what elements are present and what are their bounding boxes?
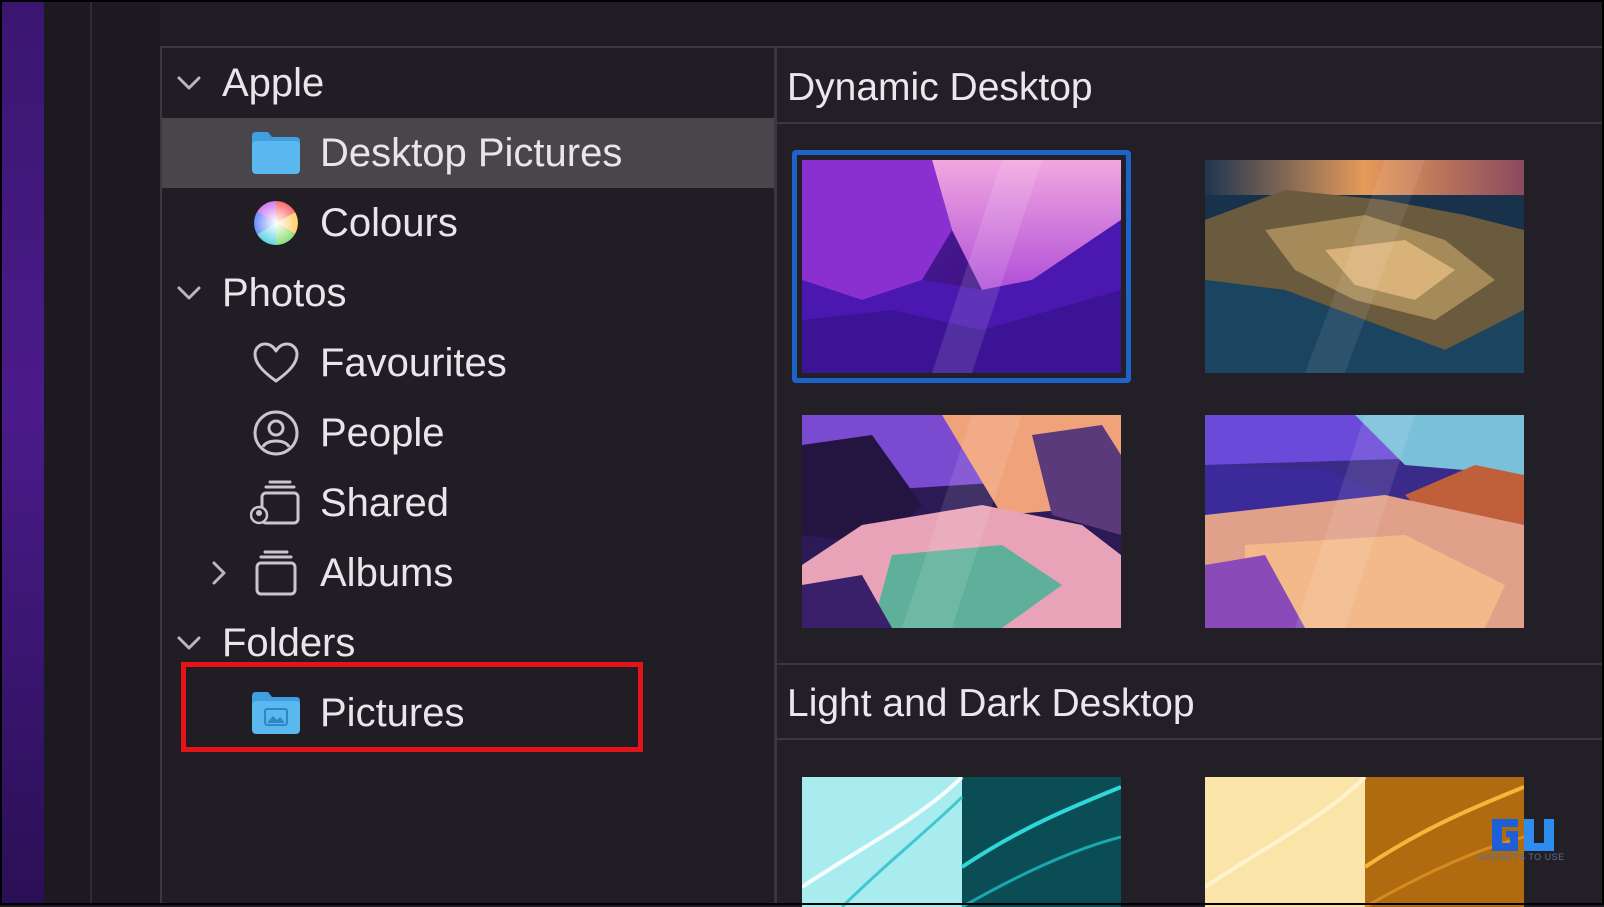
screenshot-frame (0, 0, 1604, 905)
